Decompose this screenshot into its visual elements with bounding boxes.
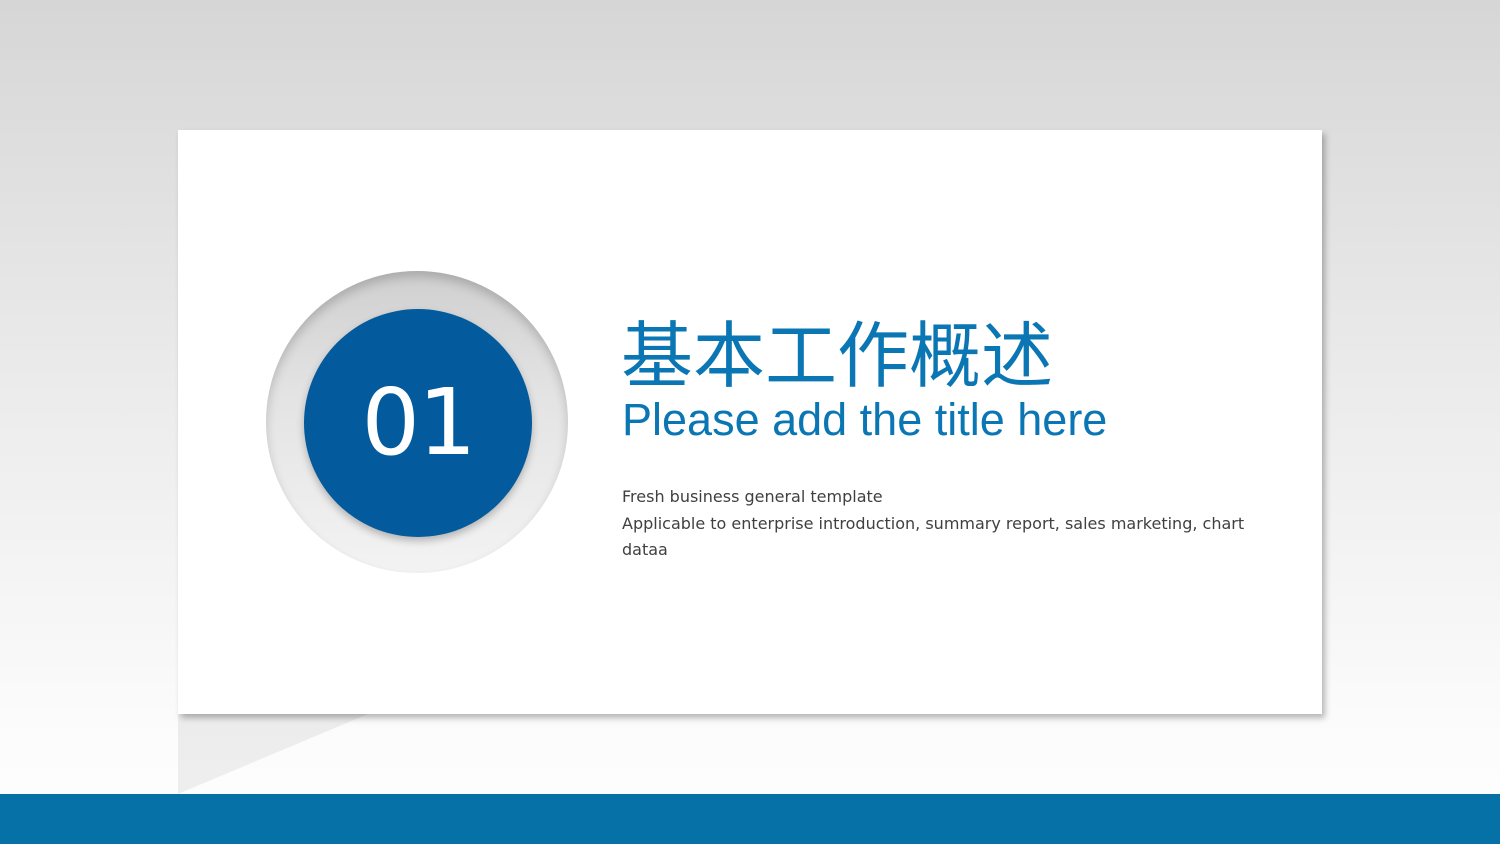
description-line: Applicable to enterprise introduction, s… xyxy=(622,513,1245,560)
content-card: 01 基本工作概述 Please add the title here Fres… xyxy=(178,130,1322,714)
description-line: Fresh business general template xyxy=(622,487,883,506)
slide: 01 基本工作概述 Please add the title here Fres… xyxy=(0,0,1500,844)
section-description: Fresh business general template Applicab… xyxy=(622,484,1272,564)
card-cast-shadow xyxy=(178,714,368,794)
section-number: 01 xyxy=(361,369,476,476)
section-title-chinese: 基本工作概述 xyxy=(621,314,1054,398)
footer-bar xyxy=(0,794,1500,844)
section-title-english: Please add the title here xyxy=(622,394,1108,445)
